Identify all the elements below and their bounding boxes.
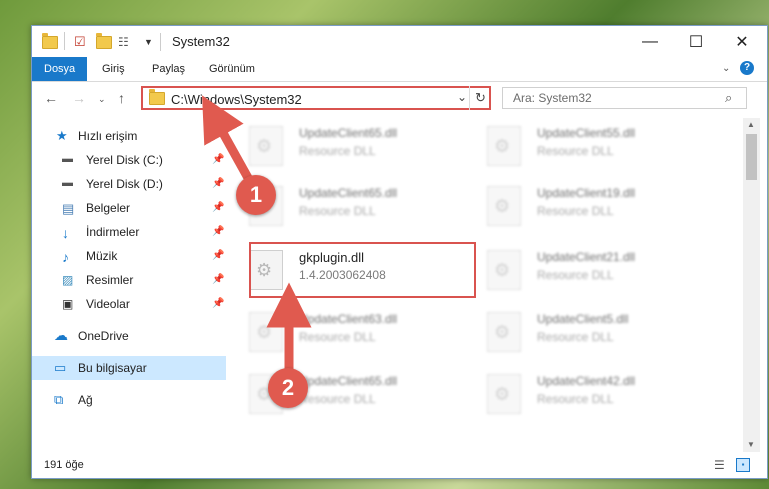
step1-arrow [202, 95, 256, 188]
step1-badge: 1 [236, 175, 276, 215]
annotation-arrows [202, 95, 312, 370]
step2-badge: 2 [268, 368, 308, 408]
